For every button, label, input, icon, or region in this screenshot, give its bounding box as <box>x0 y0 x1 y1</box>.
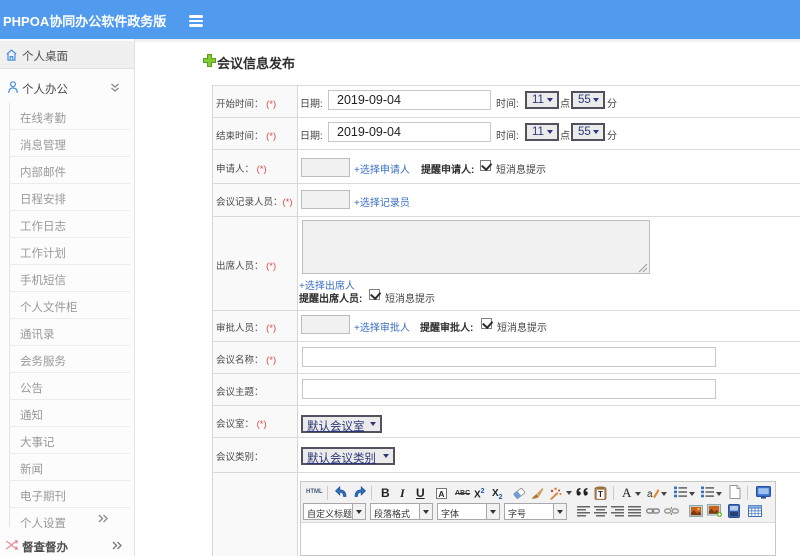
svg-text:a: a <box>647 489 653 499</box>
svg-text:T: T <box>598 490 603 499</box>
